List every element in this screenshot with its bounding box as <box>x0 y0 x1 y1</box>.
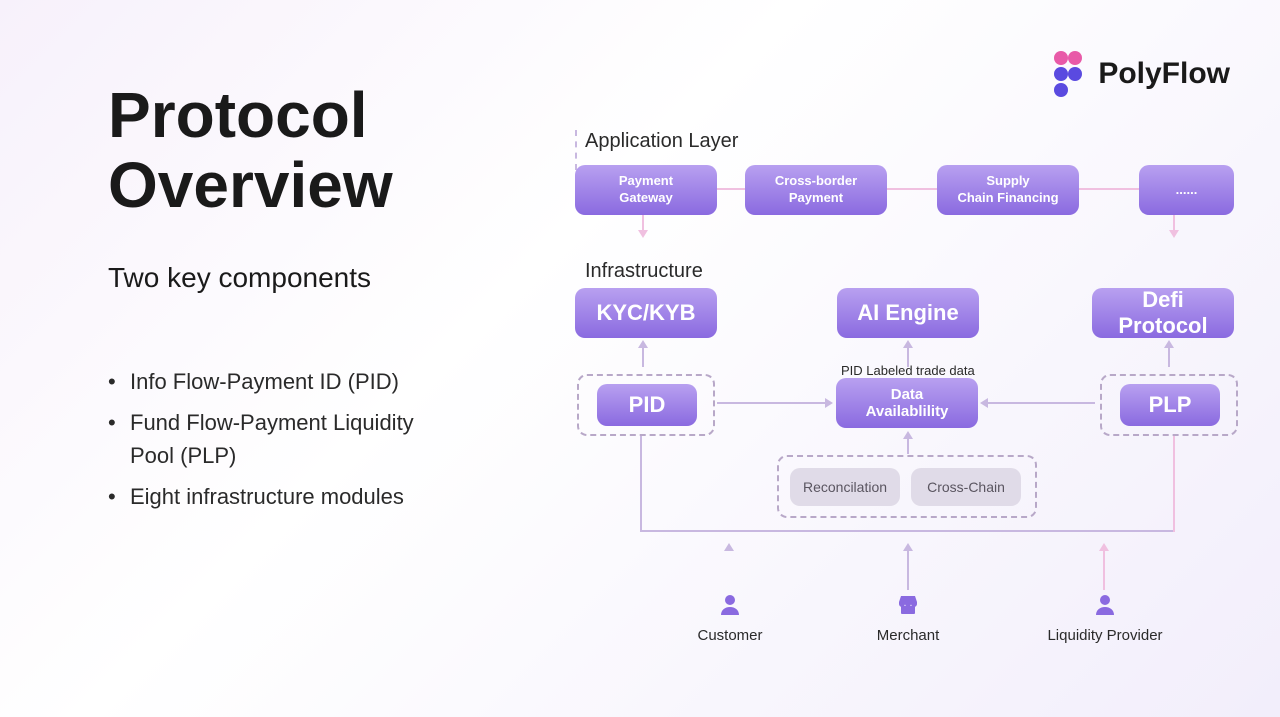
connector-line <box>717 402 827 404</box>
store-icon <box>896 593 920 617</box>
app-box-payment-gateway: Payment Gateway <box>575 165 717 215</box>
arrow-icon <box>638 340 648 348</box>
infra-box-da: Data Availablility <box>836 378 978 428</box>
bullet-list: Info Flow-Payment ID (PID) Fund Flow-Pay… <box>108 365 448 521</box>
da-note: PID Labeled trade data <box>841 363 975 378</box>
app-box-crossborder: Cross-border Payment <box>745 165 887 215</box>
application-layer-label: Application Layer <box>585 130 738 153</box>
brand-logo: PolyFlow <box>1052 50 1230 98</box>
connector-line <box>642 215 644 231</box>
arrow-icon <box>903 431 913 439</box>
arrow-icon <box>724 543 734 551</box>
connector-line <box>1168 347 1170 367</box>
infra-box-ai: AI Engine <box>837 288 979 338</box>
sub-box-crosschain: Cross-Chain <box>911 468 1021 506</box>
arrow-icon <box>1169 230 1179 238</box>
actor-customer: Customer <box>690 593 770 644</box>
list-item: Fund Flow-Payment Liquidity Pool (PLP) <box>108 406 448 472</box>
app-box-more: ...... <box>1139 165 1234 215</box>
connector-line <box>640 530 1175 532</box>
infra-box-pid: PID <box>597 384 697 426</box>
subtitle: Two key components <box>108 262 371 294</box>
arrow-icon <box>1164 340 1174 348</box>
architecture-diagram: Application Layer Payment Gateway Cross-… <box>575 130 1245 660</box>
connector-line <box>1173 215 1175 231</box>
polyflow-icon <box>1052 50 1084 98</box>
infra-box-defi: Defi Protocol <box>1092 288 1234 338</box>
infra-box-kyc: KYC/KYB <box>575 288 717 338</box>
sub-box-reconciliation: Reconcilation <box>790 468 900 506</box>
connector-line <box>1103 550 1105 590</box>
arrow-icon <box>903 543 913 551</box>
brand-name: PolyFlow <box>1098 57 1230 91</box>
actor-liquidity-provider: Liquidity Provider <box>1045 593 1165 644</box>
arrow-icon <box>1099 543 1109 551</box>
actor-merchant: Merchant <box>868 593 948 644</box>
connector-line <box>907 550 909 590</box>
arrow-icon <box>980 398 988 408</box>
list-item: Info Flow-Payment ID (PID) <box>108 365 448 398</box>
person-icon <box>718 593 742 617</box>
connector-line <box>640 436 642 532</box>
list-item: Eight infrastructure modules <box>108 480 448 513</box>
app-box-supply-chain: Supply Chain Financing <box>937 165 1079 215</box>
connector-line <box>642 347 644 367</box>
infra-box-plp: PLP <box>1120 384 1220 426</box>
person-icon <box>1093 593 1117 617</box>
connector-line <box>907 438 909 454</box>
connector-line <box>987 402 1095 404</box>
connector-line <box>1173 436 1175 532</box>
arrow-icon <box>903 340 913 348</box>
arrow-icon <box>638 230 648 238</box>
page-title: Protocol Overview <box>108 80 393 221</box>
arrow-icon <box>825 398 833 408</box>
infrastructure-label: Infrastructure <box>585 260 703 283</box>
